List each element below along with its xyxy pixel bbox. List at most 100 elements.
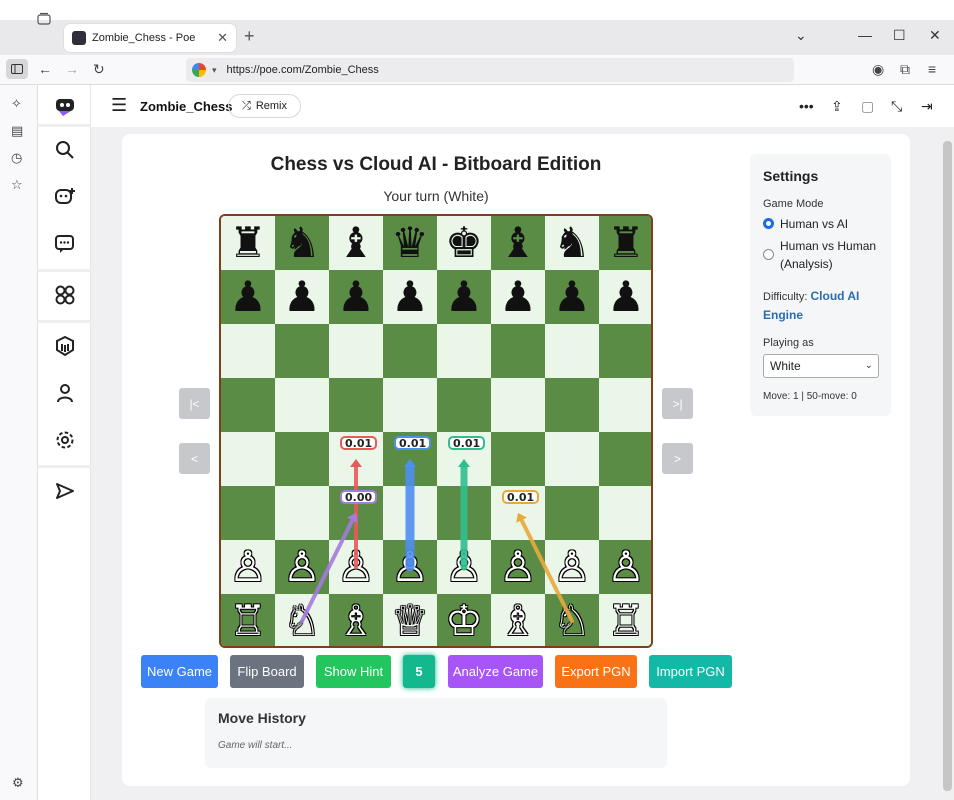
- black-piece[interactable]: ♟: [445, 276, 483, 318]
- square-a2[interactable]: ♙: [221, 540, 275, 594]
- white-piece[interactable]: ♙: [445, 546, 483, 588]
- square-h1[interactable]: ♖: [599, 594, 651, 646]
- square-e6[interactable]: [437, 324, 491, 378]
- black-piece[interactable]: ♟: [499, 276, 537, 318]
- white-piece[interactable]: ♘: [283, 600, 321, 642]
- square-a1[interactable]: ♖: [221, 594, 275, 646]
- black-piece[interactable]: ♟: [283, 276, 321, 318]
- black-piece[interactable]: ♟: [553, 276, 591, 318]
- square-b7[interactable]: ♟: [275, 270, 329, 324]
- settings-gear-icon[interactable]: [38, 426, 91, 454]
- square-g3[interactable]: [545, 486, 599, 540]
- next-move-button[interactable]: >: [662, 443, 693, 474]
- back-icon[interactable]: ←: [38, 61, 52, 77]
- black-piece[interactable]: ♝: [337, 222, 375, 264]
- square-c1[interactable]: ♗: [329, 594, 383, 646]
- white-piece[interactable]: ♖: [607, 600, 645, 642]
- import-pgn-button[interactable]: Import PGN: [649, 655, 732, 688]
- browser-tab[interactable]: Zombie_Chess - Poe ✕: [64, 24, 236, 52]
- square-e5[interactable]: [437, 378, 491, 432]
- close-window-icon[interactable]: ✕: [929, 27, 941, 44]
- tab-overflow-chevron-icon[interactable]: ⌄: [795, 27, 807, 44]
- square-b1[interactable]: ♘: [275, 594, 329, 646]
- previous-move-button[interactable]: <: [179, 443, 210, 474]
- white-piece[interactable]: ♘: [553, 600, 591, 642]
- sidebar-toggle-icon[interactable]: [6, 59, 28, 79]
- white-piece[interactable]: ♗: [499, 600, 537, 642]
- black-piece[interactable]: ♛: [391, 222, 429, 264]
- mode-option-human-vs-ai[interactable]: Human vs AI: [780, 215, 848, 233]
- black-piece[interactable]: ♞: [283, 222, 321, 264]
- square-a8[interactable]: ♜: [221, 216, 275, 270]
- black-piece[interactable]: ♟: [337, 276, 375, 318]
- square-d6[interactable]: [383, 324, 437, 378]
- api-cube-icon[interactable]: [38, 332, 91, 360]
- white-piece[interactable]: ♙: [283, 546, 321, 588]
- square-c8[interactable]: ♝: [329, 216, 383, 270]
- square-g5[interactable]: [545, 378, 599, 432]
- first-move-button[interactable]: |<: [179, 388, 210, 419]
- square-a3[interactable]: [221, 486, 275, 540]
- square-g8[interactable]: ♞: [545, 216, 599, 270]
- url-text[interactable]: https://poe.com/Zombie_Chess: [227, 64, 379, 76]
- square-f6[interactable]: [491, 324, 545, 378]
- square-b3[interactable]: [275, 486, 329, 540]
- square-g7[interactable]: ♟: [545, 270, 599, 324]
- white-piece[interactable]: ♔: [445, 600, 483, 642]
- address-bar[interactable]: ▾ https://poe.com/Zombie_Chess: [186, 58, 794, 82]
- square-h2[interactable]: ♙: [599, 540, 651, 594]
- minimize-icon[interactable]: —: [858, 27, 872, 43]
- hamburger-menu-icon[interactable]: ☰: [111, 95, 127, 116]
- tab-close-icon[interactable]: ✕: [217, 30, 228, 46]
- black-piece[interactable]: ♚: [445, 222, 483, 264]
- bookmarks-star-icon[interactable]: ☆: [11, 177, 23, 193]
- black-piece[interactable]: ♟: [229, 276, 267, 318]
- last-move-button[interactable]: >|: [662, 388, 693, 419]
- square-f4[interactable]: [491, 432, 545, 486]
- square-d7[interactable]: ♟: [383, 270, 437, 324]
- mode-radio-human-vs-ai[interactable]: [763, 218, 774, 229]
- reload-icon[interactable]: ↻: [93, 61, 105, 78]
- ai-sparkle-icon[interactable]: ✧: [11, 96, 22, 112]
- share-icon[interactable]: ⇪: [831, 98, 843, 115]
- white-piece[interactable]: ♙: [607, 546, 645, 588]
- square-g2[interactable]: ♙: [545, 540, 599, 594]
- square-b5[interactable]: [275, 378, 329, 432]
- white-piece[interactable]: ♙: [337, 546, 375, 588]
- square-b6[interactable]: [275, 324, 329, 378]
- square-a4[interactable]: [221, 432, 275, 486]
- square-b2[interactable]: ♙: [275, 540, 329, 594]
- square-h6[interactable]: [599, 324, 651, 378]
- poe-logo-icon[interactable]: [38, 93, 91, 121]
- mode-option-human-vs-human[interactable]: Human vs Human (Analysis): [780, 237, 885, 273]
- square-e7[interactable]: ♟: [437, 270, 491, 324]
- square-h8[interactable]: ♜: [599, 216, 651, 270]
- white-piece[interactable]: ♖: [229, 600, 267, 642]
- white-piece[interactable]: ♙: [391, 546, 429, 588]
- square-e8[interactable]: ♚: [437, 216, 491, 270]
- page-number-icon[interactable]: ▢: [861, 98, 874, 115]
- white-piece[interactable]: ♕: [391, 600, 429, 642]
- history-icon[interactable]: ◷: [11, 150, 22, 166]
- square-f2[interactable]: ♙: [491, 540, 545, 594]
- square-a5[interactable]: [221, 378, 275, 432]
- hint-count-badge[interactable]: 5: [403, 655, 435, 688]
- black-piece[interactable]: ♜: [607, 222, 645, 264]
- white-piece[interactable]: ♙: [553, 546, 591, 588]
- square-b8[interactable]: ♞: [275, 216, 329, 270]
- square-a6[interactable]: [221, 324, 275, 378]
- square-h3[interactable]: [599, 486, 651, 540]
- create-bot-icon[interactable]: [38, 183, 91, 211]
- square-g1[interactable]: ♘: [545, 594, 599, 646]
- square-a7[interactable]: ♟: [221, 270, 275, 324]
- black-piece[interactable]: ♝: [499, 222, 537, 264]
- search-icon[interactable]: [38, 136, 91, 164]
- remix-button[interactable]: ⤮ Remix: [228, 94, 301, 118]
- explore-bots-icon[interactable]: [38, 281, 91, 309]
- white-piece[interactable]: ♙: [499, 546, 537, 588]
- square-g4[interactable]: [545, 432, 599, 486]
- square-f8[interactable]: ♝: [491, 216, 545, 270]
- square-h7[interactable]: ♟: [599, 270, 651, 324]
- square-g6[interactable]: [545, 324, 599, 378]
- send-icon[interactable]: [38, 477, 91, 505]
